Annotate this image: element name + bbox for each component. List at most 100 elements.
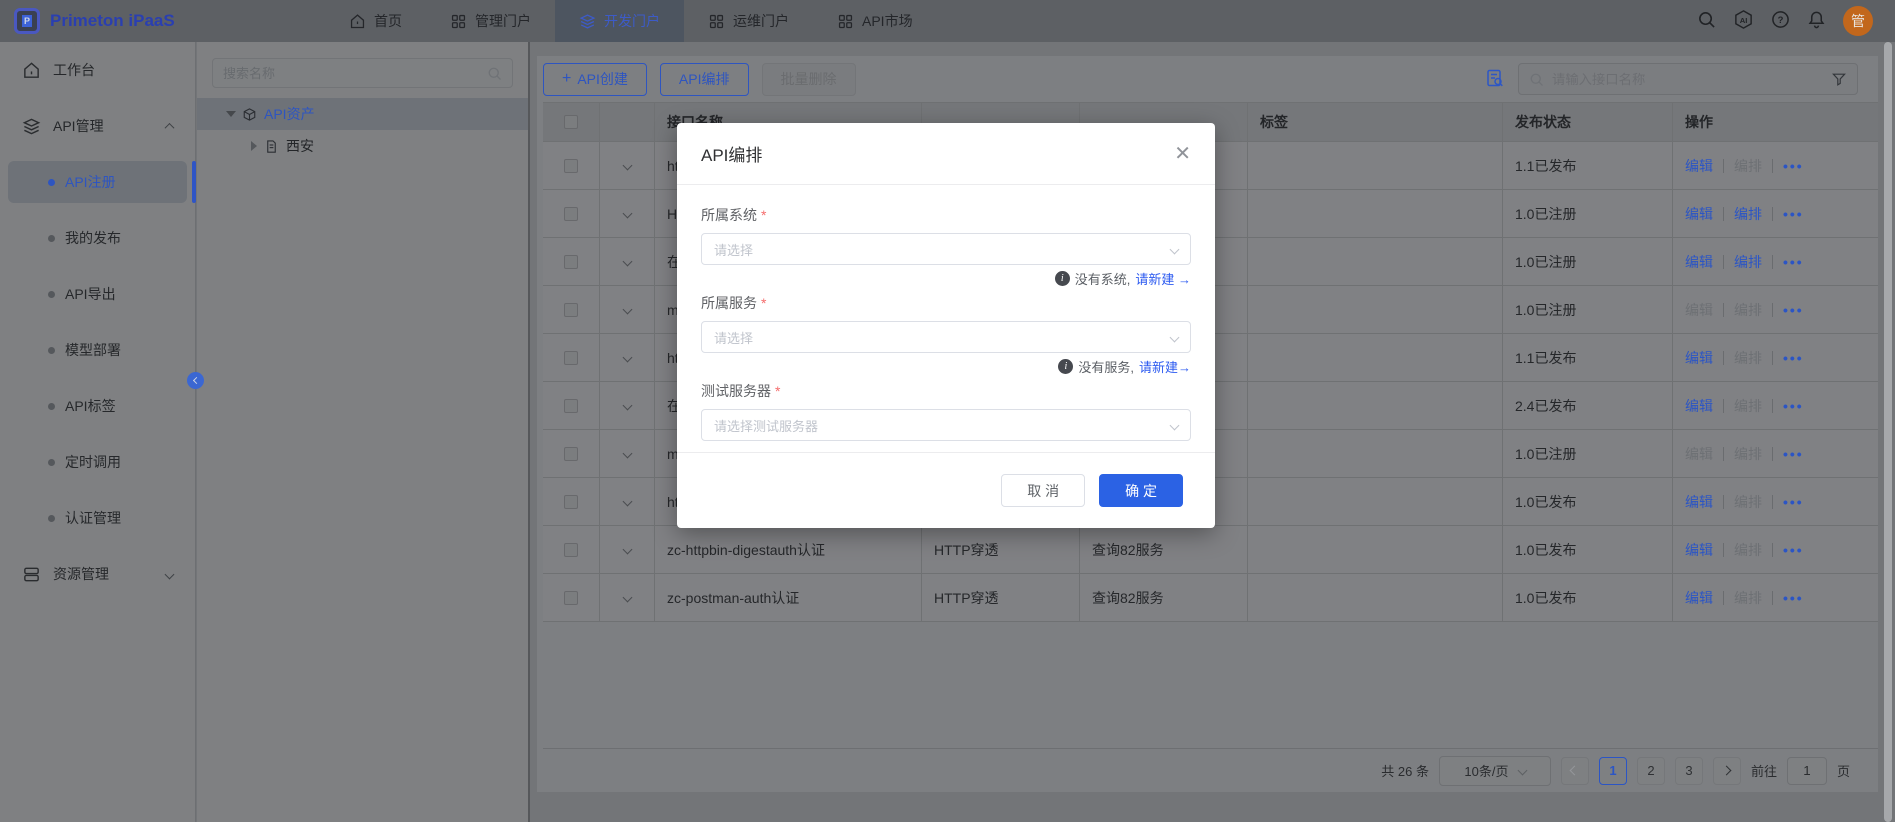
- cancel-button[interactable]: 取 消: [1001, 474, 1085, 507]
- nav-item-1[interactable]: 管理门户: [426, 0, 555, 42]
- row-checkbox[interactable]: [564, 543, 578, 557]
- column-settings-icon[interactable]: [1485, 68, 1505, 91]
- user-avatar[interactable]: 管: [1843, 6, 1873, 36]
- edit-link[interactable]: 编辑: [1685, 540, 1713, 560]
- arrange-link[interactable]: 编排: [1734, 540, 1762, 560]
- edit-link[interactable]: 编辑: [1685, 444, 1713, 464]
- row-checkbox[interactable]: [564, 351, 578, 365]
- tree-node-0[interactable]: API资产: [197, 98, 528, 130]
- next-page-button[interactable]: [1713, 757, 1741, 785]
- edit-link[interactable]: 编辑: [1685, 492, 1713, 512]
- page-button-1[interactable]: 1: [1599, 757, 1627, 785]
- row-expander-icon[interactable]: [622, 593, 632, 603]
- caret-expanded-icon[interactable]: [226, 111, 236, 117]
- caret-collapsed-icon[interactable]: [251, 141, 257, 151]
- sidebar-subitem-2[interactable]: API注册: [0, 154, 195, 210]
- arrange-link[interactable]: 编排: [1734, 444, 1762, 464]
- edit-link[interactable]: 编辑: [1685, 204, 1713, 224]
- goto-page-input[interactable]: [1787, 757, 1827, 785]
- more-actions-button[interactable]: •••: [1783, 590, 1804, 606]
- row-checkbox[interactable]: [564, 447, 578, 461]
- sidebar-item-0[interactable]: 工作台: [0, 42, 195, 98]
- close-icon[interactable]: ✕: [1174, 144, 1191, 164]
- confirm-button[interactable]: 确 定: [1099, 474, 1183, 507]
- edit-link[interactable]: 编辑: [1685, 588, 1713, 608]
- arrange-link[interactable]: 编排: [1734, 204, 1762, 224]
- row-expander-icon[interactable]: [622, 401, 632, 411]
- row-expander-icon[interactable]: [622, 497, 632, 507]
- row-checkbox[interactable]: [564, 399, 578, 413]
- row-checkbox[interactable]: [564, 255, 578, 269]
- edit-link[interactable]: 编辑: [1685, 156, 1713, 176]
- system-select[interactable]: 请选择: [701, 233, 1191, 265]
- sidebar-item-1[interactable]: API管理: [0, 98, 195, 154]
- edit-link[interactable]: 编辑: [1685, 252, 1713, 272]
- row-expander-icon[interactable]: [622, 545, 632, 555]
- batch-delete-button[interactable]: 批量删除: [762, 63, 856, 96]
- row-expander-icon[interactable]: [622, 305, 632, 315]
- more-actions-button[interactable]: •••: [1783, 158, 1804, 174]
- row-expander-icon[interactable]: [622, 209, 632, 219]
- more-actions-button[interactable]: •••: [1783, 494, 1804, 510]
- row-expander-icon[interactable]: [622, 257, 632, 267]
- page-button-2[interactable]: 2: [1637, 757, 1665, 785]
- panel-collapse-button[interactable]: [187, 372, 204, 389]
- select-all-checkbox[interactable]: [564, 115, 578, 129]
- notification-bell-icon[interactable]: [1807, 10, 1826, 32]
- page-button-3[interactable]: 3: [1675, 757, 1703, 785]
- arrange-link[interactable]: 编排: [1734, 156, 1762, 176]
- nav-item-2[interactable]: 开发门户: [555, 0, 684, 42]
- row-checkbox[interactable]: [564, 591, 578, 605]
- more-actions-button[interactable]: •••: [1783, 542, 1804, 558]
- more-actions-button[interactable]: •••: [1783, 302, 1804, 318]
- more-actions-button[interactable]: •••: [1783, 206, 1804, 222]
- arrange-link[interactable]: 编排: [1734, 396, 1762, 416]
- sidebar-item-9[interactable]: 资源管理: [0, 546, 195, 602]
- arrange-link[interactable]: 编排: [1734, 492, 1762, 512]
- tree-search-input[interactable]: [223, 66, 487, 81]
- ai-assistant-icon[interactable]: AI: [1733, 9, 1754, 33]
- arrange-link[interactable]: 编排: [1734, 300, 1762, 320]
- panel-divider[interactable]: [528, 42, 530, 822]
- nav-item-3[interactable]: 运维门户: [684, 0, 813, 42]
- service-select[interactable]: 请选择: [701, 321, 1191, 353]
- sidebar-subitem-8[interactable]: 认证管理: [0, 490, 195, 546]
- row-expander-icon[interactable]: [622, 449, 632, 459]
- test-server-select[interactable]: 请选择测试服务器: [701, 409, 1191, 441]
- row-checkbox[interactable]: [564, 159, 578, 173]
- help-icon[interactable]: ?: [1771, 10, 1790, 32]
- arrange-link[interactable]: 编排: [1734, 348, 1762, 368]
- sidebar-subitem-3[interactable]: 我的发布: [0, 210, 195, 266]
- page-size-select[interactable]: 10条/页: [1439, 756, 1551, 786]
- tree-node-1[interactable]: 西安: [197, 130, 528, 162]
- api-search-input[interactable]: [1552, 72, 1831, 87]
- row-expander-icon[interactable]: [622, 353, 632, 363]
- prev-page-button[interactable]: [1561, 757, 1589, 785]
- row-checkbox[interactable]: [564, 207, 578, 221]
- scrollbar[interactable]: [1884, 42, 1892, 822]
- sidebar-subitem-6[interactable]: API标签: [0, 378, 195, 434]
- create-system-link[interactable]: 请新建 →: [1135, 269, 1191, 288]
- more-actions-button[interactable]: •••: [1783, 254, 1804, 270]
- row-checkbox[interactable]: [564, 303, 578, 317]
- sidebar-subitem-7[interactable]: 定时调用: [0, 434, 195, 490]
- sidebar-subitem-4[interactable]: API导出: [0, 266, 195, 322]
- row-checkbox[interactable]: [564, 495, 578, 509]
- more-actions-button[interactable]: •••: [1783, 350, 1804, 366]
- arrange-link[interactable]: 编排: [1734, 252, 1762, 272]
- api-create-button[interactable]: +API创建: [543, 63, 647, 96]
- sidebar-subitem-5[interactable]: 模型部署: [0, 322, 195, 378]
- arrange-link[interactable]: 编排: [1734, 588, 1762, 608]
- edit-link[interactable]: 编辑: [1685, 396, 1713, 416]
- more-actions-button[interactable]: •••: [1783, 398, 1804, 414]
- edit-link[interactable]: 编辑: [1685, 300, 1713, 320]
- nav-item-0[interactable]: 首页: [325, 0, 426, 42]
- edit-link[interactable]: 编辑: [1685, 348, 1713, 368]
- nav-item-4[interactable]: API市场: [813, 0, 937, 42]
- row-expander-icon[interactable]: [622, 161, 632, 171]
- more-actions-button[interactable]: •••: [1783, 446, 1804, 462]
- api-orchestrate-button[interactable]: API编排: [660, 63, 749, 96]
- search-icon[interactable]: [1697, 10, 1716, 32]
- filter-icon[interactable]: [1831, 71, 1847, 87]
- create-service-link[interactable]: 请新建→: [1139, 357, 1191, 376]
